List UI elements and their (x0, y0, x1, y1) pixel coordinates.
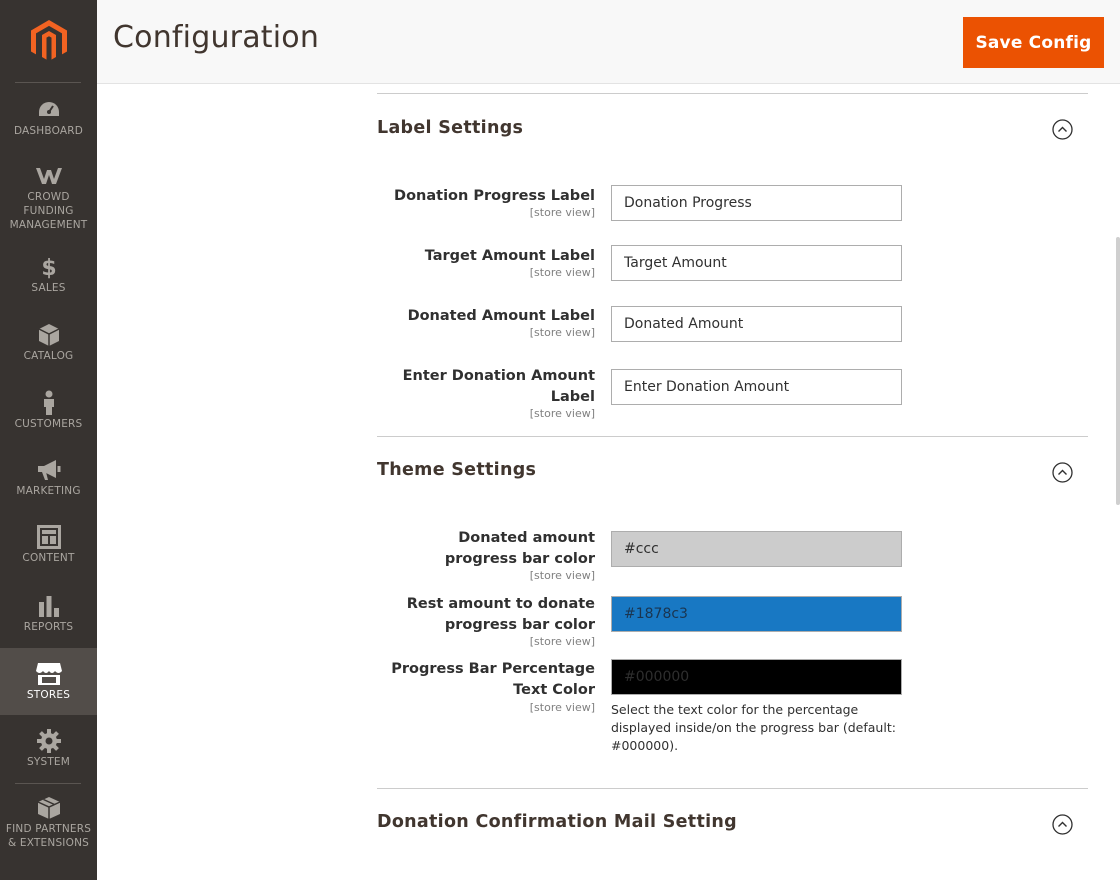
field-label-donation-progress: Donation Progress Label (394, 188, 595, 204)
sidebar-item-label: CATALOG (23, 350, 74, 362)
sidebar-item-label: STORES (26, 689, 71, 701)
field-label-donated-bar-color: Donated amount progress bar color (444, 530, 595, 567)
field-label-rest-bar-color: Rest amount to donate progress bar color (406, 596, 595, 633)
scope-label: [store view] (529, 569, 595, 582)
blocks-icon (34, 794, 64, 822)
field-label-donated-amount: Donated Amount Label (407, 308, 595, 324)
donated-amount-label-input[interactable] (611, 306, 902, 342)
config-content: Label Settings Donation Progress Label [… (97, 85, 1120, 880)
sidebar-item-label: REPORTS (23, 621, 74, 633)
sidebar-item-marketing[interactable]: MARKETING (0, 456, 97, 498)
dashboard-icon (34, 96, 64, 124)
magento-logo[interactable] (0, 0, 97, 82)
sidebar-item-system[interactable]: SYSTEM (0, 727, 97, 769)
megaphone-icon (34, 456, 64, 484)
section-divider (377, 788, 1088, 789)
svg-text:$: $ (41, 256, 56, 279)
sidebar-item-label: SYSTEM (26, 756, 71, 768)
scope-label: [store view] (529, 206, 595, 219)
field-label-percentage-text-color: Progress Bar Percentage Text Color (391, 661, 595, 698)
store-icon (34, 660, 64, 688)
sidebar-item-crowd-funding[interactable]: CROWD FUNDING MANAGEMENT (0, 162, 97, 232)
collapse-icon[interactable] (1052, 462, 1073, 483)
scrollbar-thumb[interactable] (1116, 237, 1120, 505)
rest-bar-color-input[interactable] (611, 596, 902, 632)
magento-logo-icon (30, 20, 67, 60)
sidebar-item-content[interactable]: CONTENT (0, 523, 97, 565)
sidebar-item-label: DASHBOARD (13, 125, 84, 137)
enter-donation-amount-label-input[interactable] (611, 369, 902, 405)
admin-sidebar: DASHBOARD CROWD FUNDING MANAGEMENT $ SAL… (0, 0, 97, 880)
sidebar-item-label: CROWD FUNDING MANAGEMENT (9, 191, 88, 231)
sidebar-item-label: CUSTOMERS (14, 418, 83, 430)
sidebar-item-catalog[interactable]: CATALOG (0, 321, 97, 363)
scope-label: [store view] (529, 407, 595, 420)
page-header: Configuration Save Config (97, 0, 1120, 84)
section-title-label-settings[interactable]: Label Settings (377, 118, 523, 138)
sidebar-item-sales[interactable]: $ SALES (0, 253, 97, 295)
percentage-text-color-input[interactable] (611, 659, 902, 695)
field-label-enter-donation-amount: Enter Donation Amount Label (402, 368, 595, 405)
sidebar-item-label: MARKETING (16, 485, 81, 497)
save-config-button[interactable]: Save Config (963, 17, 1104, 68)
sidebar-item-stores[interactable]: STORES (0, 648, 97, 715)
gear-icon (34, 727, 64, 755)
section-divider (377, 436, 1088, 437)
donation-progress-label-input[interactable] (611, 185, 902, 221)
target-amount-label-input[interactable] (611, 245, 902, 281)
sidebar-item-label: SALES (31, 282, 66, 294)
sidebar-item-label: CONTENT (22, 552, 75, 564)
logo-divider (15, 82, 81, 83)
sidebar-item-reports[interactable]: REPORTS (0, 592, 97, 634)
scope-label: [store view] (529, 701, 595, 714)
crowd-funding-icon (34, 162, 64, 190)
collapse-icon[interactable] (1052, 119, 1073, 140)
section-divider (377, 93, 1088, 94)
page-title: Configuration (113, 20, 320, 55)
sidebar-item-dashboard[interactable]: DASHBOARD (0, 96, 97, 138)
donated-bar-color-input[interactable] (611, 531, 902, 567)
section-title-mail-settings[interactable]: Donation Confirmation Mail Setting (377, 812, 737, 832)
sidebar-item-find-partners[interactable]: FIND PARTNERS & EXTENSIONS (0, 794, 97, 850)
sidebar-item-customers[interactable]: CUSTOMERS (0, 389, 97, 431)
section-title-theme-settings[interactable]: Theme Settings (377, 460, 536, 480)
scope-label: [store view] (529, 635, 595, 648)
layout-icon (34, 523, 64, 551)
sidebar-item-label: FIND PARTNERS & EXTENSIONS (5, 823, 92, 849)
scope-label: [store view] (529, 326, 595, 339)
dollar-icon: $ (34, 253, 64, 281)
box-icon (34, 321, 64, 349)
scope-label: [store view] (529, 266, 595, 279)
nav-divider (15, 783, 81, 784)
field-label-target-amount: Target Amount Label (424, 248, 595, 264)
person-icon (34, 389, 64, 417)
field-note: Select the text color for the percentage… (611, 702, 896, 753)
collapse-icon[interactable] (1052, 814, 1073, 835)
bar-chart-icon (34, 592, 64, 620)
